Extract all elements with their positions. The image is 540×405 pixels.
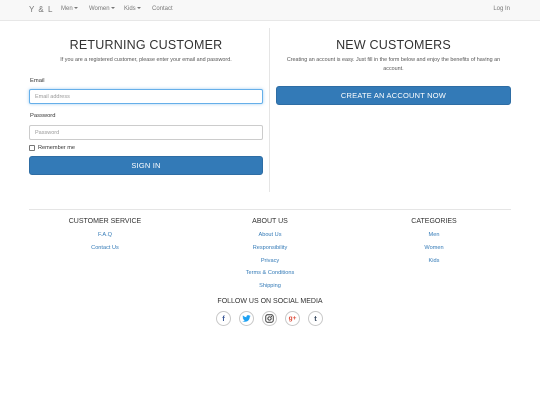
new-customers-text: Creating an account is easy. Just fill i… [286, 57, 501, 72]
chevron-down-icon [73, 7, 78, 10]
nav-item-label: Women [89, 6, 110, 12]
nav-item-men[interactable]: Men [61, 6, 78, 12]
remember-me-checkbox[interactable] [29, 145, 35, 151]
chevron-down-icon [110, 7, 115, 10]
returning-customer-title: RETURNING CUSTOMER [69, 38, 223, 52]
nav-item-contact[interactable]: Contact [152, 6, 173, 12]
returning-customer-subtitle: If you are a registered customer, please… [60, 57, 232, 63]
create-account-button[interactable]: CREATE AN ACCOUNT NOW [276, 86, 511, 105]
contact-us-link[interactable]: Contact Us [45, 245, 165, 251]
nav-item-label: Contact [152, 6, 173, 12]
about-us-link[interactable]: About Us [210, 232, 330, 238]
top-navbar: Y & L Men Women Kids Contact Log In [0, 0, 540, 21]
nav-item-women[interactable]: Women [89, 6, 115, 12]
brand-logo[interactable]: Y & L [29, 5, 53, 14]
faq-link[interactable]: F.A.Q [45, 232, 165, 238]
footer-divider [29, 209, 511, 210]
tumblr-icon[interactable]: t [308, 311, 323, 326]
chevron-down-icon [136, 7, 141, 10]
terms-conditions-link[interactable]: Terms & Conditions [210, 270, 330, 276]
shipping-link[interactable]: Shipping [210, 283, 330, 289]
new-customers-title: NEW CUSTOMERS [336, 38, 451, 52]
sign-in-button[interactable]: SIGN IN [29, 156, 263, 175]
remember-me-label: Remember me [38, 145, 75, 151]
social-media-title: FOLLOW US ON SOCIAL MEDIA [217, 298, 323, 305]
facebook-icon[interactable]: f [216, 311, 231, 326]
password-field[interactable] [29, 125, 263, 140]
login-link[interactable]: Log In [493, 6, 510, 12]
about-us-title: ABOUT US [252, 218, 288, 225]
email-label: Email [30, 78, 45, 84]
responsibility-link[interactable]: Responsibility [210, 245, 330, 251]
twitter-icon[interactable] [239, 311, 254, 326]
google-plus-icon[interactable]: g+ [285, 311, 300, 326]
category-kids-link[interactable]: Kids [374, 258, 494, 264]
category-men-link[interactable]: Men [374, 232, 494, 238]
nav-item-label: Kids [124, 6, 136, 12]
privacy-link[interactable]: Privacy [210, 258, 330, 264]
nav-item-kids[interactable]: Kids [124, 6, 141, 12]
column-divider [269, 28, 270, 192]
instagram-icon[interactable] [262, 311, 277, 326]
category-women-link[interactable]: Women [374, 245, 494, 251]
categories-title: CATEGORIES [411, 218, 457, 225]
email-field[interactable] [29, 89, 263, 104]
nav-item-label: Men [61, 6, 73, 12]
password-label: Password [30, 113, 56, 119]
customer-service-title: CUSTOMER SERVICE [68, 218, 142, 225]
